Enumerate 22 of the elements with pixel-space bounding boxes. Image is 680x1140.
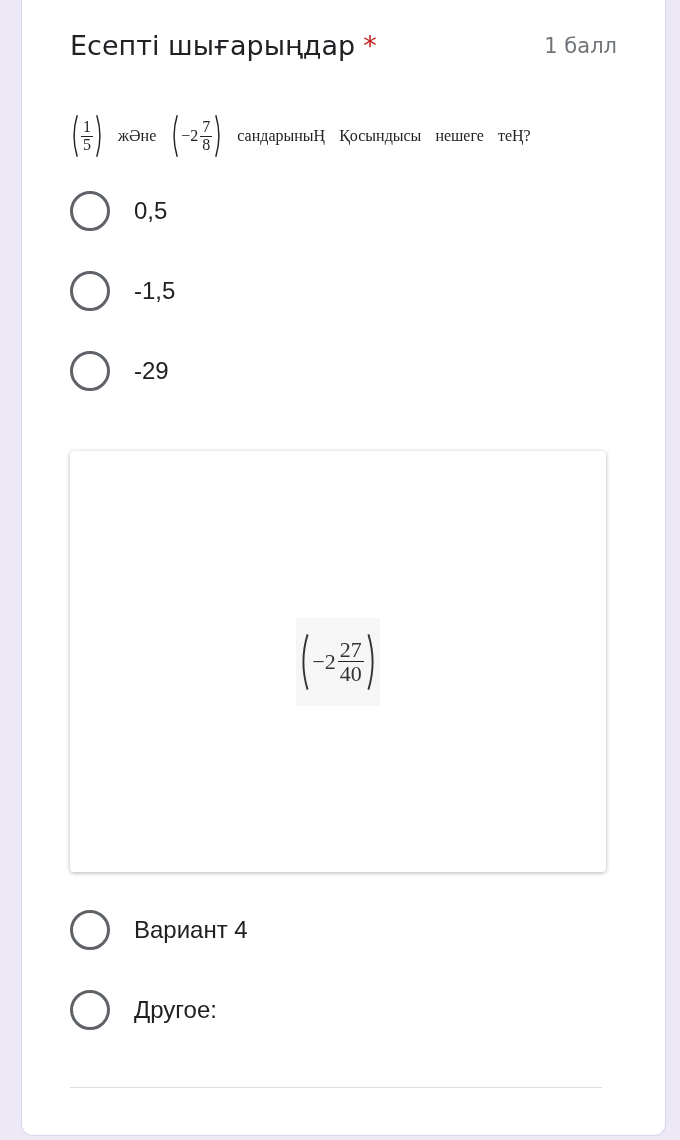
question-text: теҢ? [497,127,531,145]
math-fraction: 1 5 [81,118,93,154]
question-title: Есепті шығарыңдар * [70,30,377,61]
parenthesis-icon [170,113,180,159]
question-text: Қосындысы [339,127,422,145]
question-text: нешеге [435,127,484,145]
radio-button[interactable] [70,191,110,231]
parenthesis-icon [95,113,104,159]
parenthesis-icon [70,113,79,159]
option-label[interactable]: -1,5 [134,277,176,305]
radio-button[interactable] [70,271,110,311]
question-text: сандарыныҢ [237,127,326,145]
points-label: 1 балл [544,33,617,58]
radio-button[interactable] [70,351,110,391]
radio-button[interactable] [70,910,110,950]
option-label[interactable]: Вариант 4 [134,916,248,944]
option-label[interactable]: Другое: [134,996,217,1024]
option-label[interactable]: 0,5 [134,197,168,225]
option-label[interactable]: -29 [134,357,169,385]
question-text: жӘне [118,127,157,145]
required-mark: * [363,30,377,61]
radio-button[interactable] [70,990,110,1030]
